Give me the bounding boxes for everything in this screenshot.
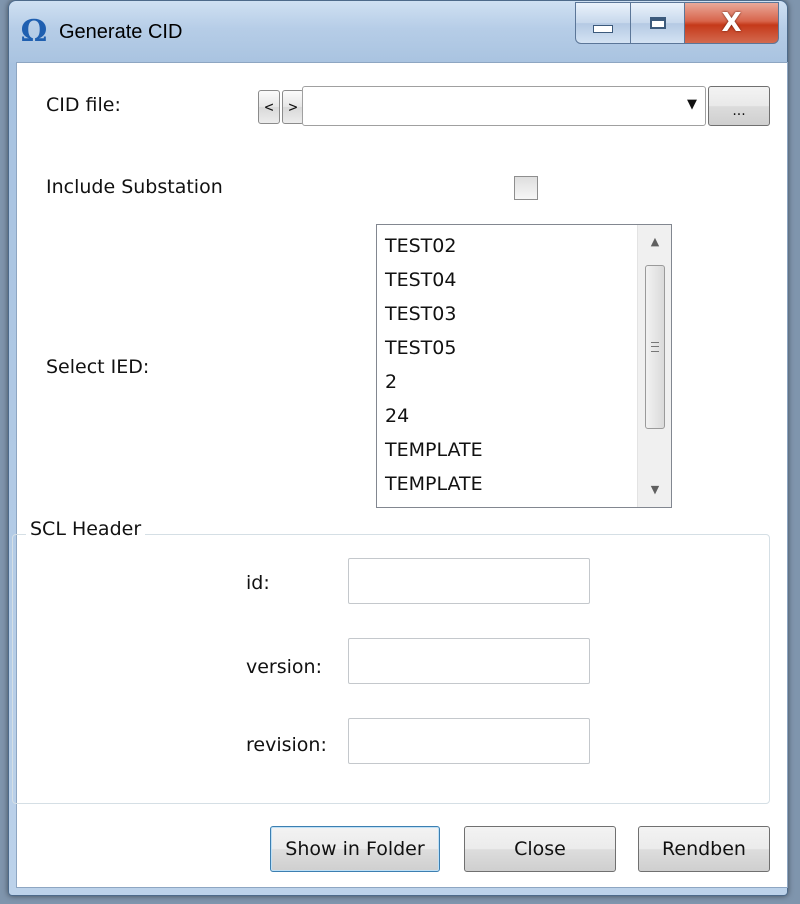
list-item[interactable]: 242 [385,501,483,507]
ied-list: TEST02 TEST04 TEST03 TEST05 2 24 TEMPLAT… [385,229,483,507]
list-item[interactable]: TEMPLATE [385,433,483,467]
prev-file-button[interactable]: < [258,90,280,124]
scrollbar-thumb[interactable] [645,265,665,429]
revision-label: revision: [246,734,327,756]
list-item[interactable]: TEST04 [385,263,483,297]
next-file-button[interactable]: > [282,90,304,124]
minimize-icon [593,25,613,33]
chevron-down-icon[interactable]: ▼ [687,97,697,112]
list-item[interactable]: 2 [385,365,483,399]
list-item[interactable]: TEST02 [385,229,483,263]
id-input[interactable] [348,558,590,604]
browse-button[interactable]: ... [708,86,770,126]
window-title: Generate CID [59,21,183,43]
version-label: version: [246,656,322,678]
include-substation-label: Include Substation [46,176,223,198]
scl-header-legend: SCL Header [26,518,146,540]
include-substation-checkbox[interactable] [514,176,538,200]
cid-file-combobox[interactable]: ▼ [302,86,706,126]
ied-listbox[interactable]: TEST02 TEST04 TEST03 TEST05 2 24 TEMPLAT… [376,224,672,508]
list-item[interactable]: 24 [385,399,483,433]
cid-file-label: CID file: [46,94,121,116]
maximize-icon [649,17,666,29]
show-in-folder-button[interactable]: Show in Folder [270,826,440,872]
select-ied-label: Select IED: [46,356,150,378]
scroll-up-arrow-icon[interactable]: ▲ [638,225,671,259]
list-item[interactable]: TEST03 [385,297,483,331]
list-item[interactable]: TEMPLATE [385,467,483,501]
scroll-down-arrow-icon[interactable]: ▼ [638,473,671,507]
close-button[interactable]: Close [464,826,616,872]
title-bar[interactable]: Ω Generate CID X [9,1,787,63]
maximize-button[interactable] [631,2,685,44]
close-window-button[interactable]: X [685,2,779,44]
version-input[interactable] [348,638,590,684]
close-icon: X [721,8,742,38]
list-item[interactable]: TEST05 [385,331,483,365]
revision-input[interactable] [348,718,590,764]
grip-icon [651,342,659,352]
omega-icon: Ω [20,14,48,49]
ied-list-scrollbar[interactable]: ▲ ▼ [637,225,671,507]
window-controls: X [575,2,779,44]
minimize-button[interactable] [575,2,631,44]
ok-button[interactable]: Rendben [638,826,770,872]
id-label: id: [246,572,270,594]
